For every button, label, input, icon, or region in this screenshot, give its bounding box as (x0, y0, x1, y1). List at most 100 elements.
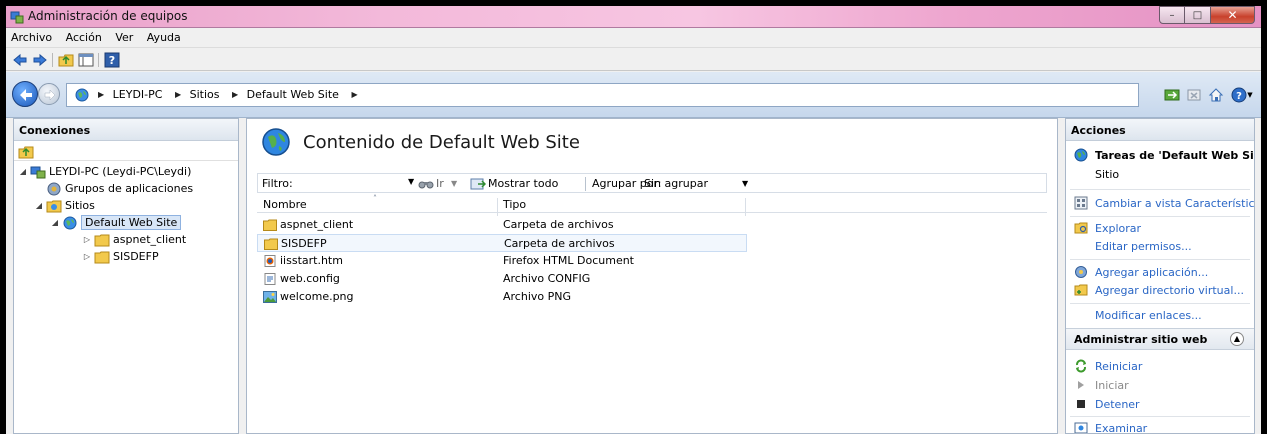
up-folder-icon[interactable] (58, 52, 74, 68)
column-divider[interactable] (497, 198, 498, 216)
up-folder-icon[interactable] (18, 144, 34, 160)
chevron-right-icon: ▶ (98, 90, 105, 99)
collapse-triangle-icon[interactable]: ◢ (50, 218, 60, 227)
collapse-triangle-icon[interactable]: ◢ (34, 201, 44, 210)
menu-ayuda[interactable]: Ayuda (142, 28, 186, 44)
tree-node-default-web-site[interactable]: ◢ Default Web Site (50, 214, 182, 231)
features-view-icon (1074, 196, 1088, 210)
stop-icon (1077, 400, 1085, 408)
tree-node-server[interactable]: ◢ LEYDI-PC (Leydi-PC\Leydi) (18, 163, 191, 180)
crumb-site[interactable]: Default Web Site (247, 88, 339, 101)
go-button[interactable]: Ir (436, 177, 444, 190)
change-view-link[interactable]: Cambiar a vista Características (1095, 197, 1254, 210)
back-arrow-icon[interactable] (12, 52, 28, 68)
chevron-down-icon[interactable]: ▼ (451, 179, 457, 188)
actions-site-label: Sitio (1066, 166, 1254, 184)
crumb-sites[interactable]: Sitios (190, 88, 220, 101)
actions-task-title-label: Tareas de 'Default Web Site' (1095, 149, 1255, 162)
file-type: Carpeta de archivos (503, 218, 614, 231)
explore-action[interactable]: Explorar (1066, 220, 1254, 238)
connections-panel: Conexiones ◢ LEYDI-PC (Leydi-PC\Leydi) G… (13, 118, 239, 434)
change-view-action[interactable]: Cambiar a vista Características (1066, 195, 1254, 213)
edit-bindings-action[interactable]: Modificar enlaces... (1066, 307, 1254, 325)
menu-bar: Archivo Acción Ver Ayuda (6, 28, 1261, 48)
help-dropdown-button[interactable]: ? ▼ (1229, 86, 1255, 104)
file-name: welcome.png (280, 290, 354, 303)
stop-link[interactable]: Detener (1095, 398, 1140, 411)
tree-node-sisdefp[interactable]: ▷ SISDEFP (82, 248, 159, 265)
show-all-button[interactable]: Mostrar todo (488, 177, 558, 190)
restart-action[interactable]: Reiniciar (1066, 358, 1254, 376)
chevron-down-icon[interactable]: ▼ (742, 179, 748, 188)
image-file-icon (263, 290, 277, 303)
file-type: Carpeta de archivos (504, 237, 615, 250)
toolbar: ? (6, 49, 1261, 71)
start-icon (1078, 381, 1084, 389)
svg-text:?: ? (1236, 91, 1242, 102)
edit-permissions-link[interactable]: Editar permisos... (1095, 240, 1192, 253)
forward-arrow-icon[interactable] (32, 52, 48, 68)
column-divider[interactable] (745, 198, 746, 216)
connect-button[interactable] (1163, 86, 1181, 104)
column-header-type[interactable]: Tipo (503, 198, 526, 211)
stop-action[interactable]: Detener (1066, 396, 1254, 414)
list-item[interactable]: welcome.png Archivo PNG (257, 288, 747, 306)
address-breadcrumb[interactable]: ▶ LEYDI-PC ▶ Sitios ▶ Default Web Site ▶ (66, 83, 1139, 107)
forward-arrow-icon (44, 89, 56, 101)
expand-triangle-icon[interactable]: ▷ (82, 235, 92, 244)
stop-nav-button[interactable] (1185, 86, 1203, 104)
help-icon[interactable]: ? (104, 52, 120, 68)
app-pool-icon (47, 182, 61, 195)
close-button[interactable]: ✕ (1211, 6, 1255, 24)
forward-button[interactable] (38, 83, 60, 105)
iis-app-icon (10, 11, 24, 24)
chevron-down-icon[interactable]: ▼ (408, 177, 414, 186)
list-item[interactable]: iisstart.htm Firefox HTML Document (257, 252, 747, 270)
list-item[interactable]: aspnet_client Carpeta de archivos (257, 216, 747, 234)
collapse-triangle-icon[interactable]: ◢ (18, 167, 28, 176)
menu-archivo[interactable]: Archivo (6, 28, 57, 44)
manage-website-section[interactable]: Administrar sitio web ▲ (1066, 328, 1254, 350)
firefox-file-icon (264, 254, 276, 267)
edit-permissions-action[interactable]: Editar permisos... (1066, 238, 1254, 256)
collapse-chevron-icon[interactable]: ▲ (1230, 332, 1244, 346)
home-button[interactable] (1207, 86, 1225, 104)
chevron-right-icon[interactable]: ▶ (232, 90, 238, 99)
menu-accion[interactable]: Acción (61, 28, 107, 44)
maximize-button[interactable]: □ (1185, 6, 1211, 24)
divider (1070, 189, 1250, 190)
list-item[interactable]: web.config Archivo CONFIG (257, 270, 747, 288)
maximize-icon: □ (1192, 9, 1203, 21)
browse-action[interactable]: Examinar (1066, 420, 1254, 433)
menu-ver[interactable]: Ver (110, 28, 138, 44)
console-tree-icon[interactable] (78, 52, 94, 68)
add-virtual-directory-action[interactable]: Agregar directorio virtual... (1066, 282, 1254, 300)
list-item[interactable]: SISDEFP Carpeta de archivos (257, 234, 747, 252)
tree-node-app-pools[interactable]: Grupos de aplicaciones (34, 180, 193, 197)
folder-icon (94, 234, 110, 246)
group-by-select[interactable]: Sin agrupar (644, 177, 708, 190)
column-header-name[interactable]: Nombre (263, 198, 307, 211)
iis-manager-window: Administración de equipos – □ ✕ Archivo … (6, 6, 1261, 434)
chevron-right-icon[interactable]: ▶ (351, 90, 357, 99)
window-title: Administración de equipos (28, 9, 188, 23)
file-type: Archivo PNG (503, 290, 572, 303)
tree-node-sites[interactable]: ◢ Sitios (34, 197, 95, 214)
crumb-server[interactable]: LEYDI-PC (113, 88, 163, 101)
actions-header: Acciones (1066, 119, 1254, 141)
add-virtual-directory-link[interactable]: Agregar directorio virtual... (1095, 284, 1244, 297)
browse-link[interactable]: Examinar (1095, 422, 1147, 433)
tree-node-aspnet-client[interactable]: ▷ aspnet_client (82, 231, 186, 248)
title-bar[interactable]: Administración de equipos – □ ✕ (6, 6, 1261, 28)
binoculars-icon[interactable] (418, 176, 434, 190)
restart-link[interactable]: Reiniciar (1095, 360, 1142, 373)
explore-link[interactable]: Explorar (1095, 222, 1141, 235)
minimize-button[interactable]: – (1159, 6, 1185, 24)
add-application-action[interactable]: Agregar aplicación... (1066, 264, 1254, 282)
back-button[interactable] (12, 81, 38, 107)
add-application-link[interactable]: Agregar aplicación... (1095, 266, 1208, 279)
edit-bindings-link[interactable]: Modificar enlaces... (1095, 309, 1202, 322)
chevron-right-icon[interactable]: ▶ (175, 90, 181, 99)
actions-task-title: Tareas de 'Default Web Site' (1066, 147, 1254, 165)
expand-triangle-icon[interactable]: ▷ (82, 252, 92, 261)
